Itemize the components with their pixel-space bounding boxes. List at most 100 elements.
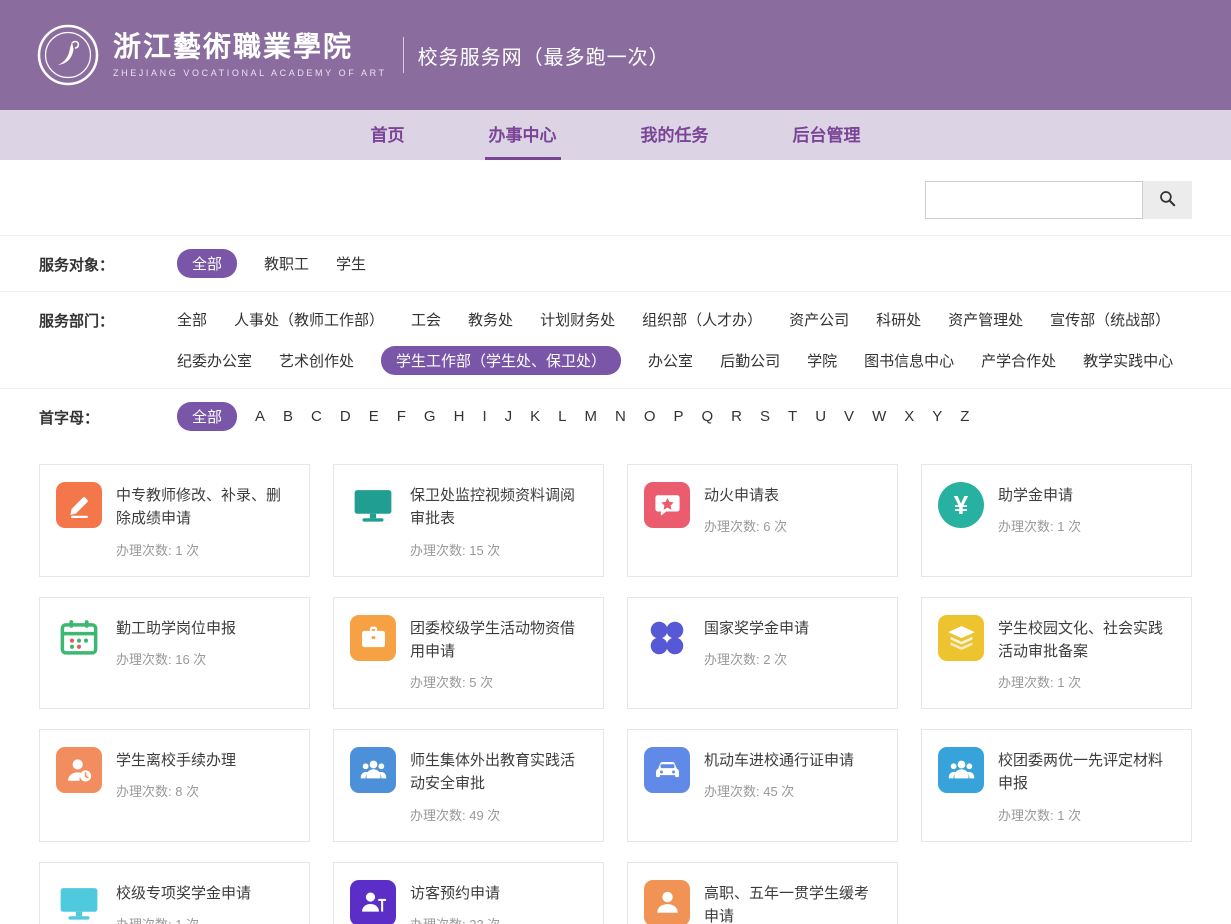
- letter-option[interactable]: G: [424, 404, 436, 429]
- department-option[interactable]: 学生工作部（学生处、保卫处）: [381, 346, 621, 375]
- department-option[interactable]: 组织部（人才办）: [642, 305, 762, 334]
- letter-option[interactable]: D: [340, 404, 351, 429]
- service-card[interactable]: 高职、五年一贯学生缓考申请办理次数: 2 次: [627, 862, 898, 924]
- service-card[interactable]: 校团委两优一先评定材料申报办理次数: 1 次: [921, 729, 1192, 842]
- service-card[interactable]: 勤工助学岗位申报办理次数: 16 次: [39, 597, 310, 710]
- people-icon: [938, 747, 984, 793]
- letter-option[interactable]: I: [482, 404, 486, 429]
- letter-option[interactable]: L: [558, 404, 566, 429]
- service-card[interactable]: 团委校级学生活动物资借用申请办理次数: 5 次: [333, 597, 604, 710]
- department-option[interactable]: 后勤公司: [720, 346, 780, 375]
- letter-option[interactable]: N: [615, 404, 626, 429]
- cards-grid: 中专教师修改、补录、删除成绩申请办理次数: 1 次保卫处监控视频资料调阅审批表办…: [39, 464, 1192, 924]
- department-option[interactable]: 图书信息中心: [864, 346, 954, 375]
- school-name: 浙江藝術職業學院: [113, 32, 387, 63]
- letter-option[interactable]: P: [673, 404, 683, 429]
- star-chat-icon: [644, 482, 690, 528]
- service-count: 办理次数: 6 次: [704, 516, 787, 535]
- school-identity: 浙江藝術職業學院 ZHEJIANG VOCATIONAL ACADEMY OF …: [113, 32, 387, 79]
- department-option[interactable]: 全部: [177, 305, 207, 334]
- service-title: 校团委两优一先评定材料申报: [998, 749, 1175, 796]
- service-title: 助学金申请: [998, 484, 1081, 507]
- person-icon: [644, 880, 690, 924]
- service-count: 办理次数: 8 次: [116, 781, 236, 800]
- letter-option[interactable]: T: [788, 404, 797, 429]
- department-option[interactable]: 资产管理处: [948, 305, 1023, 334]
- letter-option[interactable]: M: [584, 404, 597, 429]
- department-option[interactable]: 宣传部（统战部）: [1050, 305, 1170, 334]
- person-clock-icon: [56, 747, 102, 793]
- department-option[interactable]: 科研处: [876, 305, 921, 334]
- service-title: 校级专项奖学金申请: [116, 882, 251, 905]
- letter-option[interactable]: V: [844, 404, 854, 429]
- service-target-option[interactable]: 全部: [177, 249, 237, 278]
- monitor-icon: [56, 880, 102, 924]
- department-option[interactable]: 产学合作处: [981, 346, 1056, 375]
- letter-option[interactable]: E: [369, 404, 379, 429]
- department-option[interactable]: 学院: [807, 346, 837, 375]
- nav-item-home[interactable]: 首页: [367, 110, 409, 160]
- search-button[interactable]: [1143, 181, 1192, 219]
- letter-option[interactable]: X: [904, 404, 914, 429]
- service-title: 勤工助学岗位申报: [116, 617, 236, 640]
- letter-option[interactable]: J: [505, 404, 513, 429]
- nav-item-service-center[interactable]: 办事中心: [485, 110, 561, 160]
- service-card[interactable]: 国家奖学金申请办理次数: 2 次: [627, 597, 898, 710]
- service-target-option[interactable]: 学生: [336, 249, 366, 278]
- department-label: 服务部门：: [39, 305, 177, 331]
- service-title: 访客预约申请: [410, 882, 500, 905]
- letter-option[interactable]: 全部: [177, 402, 237, 431]
- service-card[interactable]: 校级专项奖学金申请办理次数: 1 次: [39, 862, 310, 924]
- department-option[interactable]: 办公室: [648, 346, 693, 375]
- graduation-icon: [938, 615, 984, 661]
- service-count: 办理次数: 49 次: [410, 805, 587, 824]
- letter-option[interactable]: H: [454, 404, 465, 429]
- service-card[interactable]: 保卫处监控视频资料调阅审批表办理次数: 15 次: [333, 464, 604, 577]
- letter-option[interactable]: Z: [960, 404, 969, 429]
- letter-option[interactable]: K: [530, 404, 540, 429]
- letter-option[interactable]: Q: [702, 404, 714, 429]
- service-count: 办理次数: 1 次: [116, 914, 251, 924]
- nav-item-admin[interactable]: 后台管理: [789, 110, 865, 160]
- service-count: 办理次数: 15 次: [410, 540, 587, 559]
- search-icon: [1158, 189, 1177, 211]
- letter-option[interactable]: O: [644, 404, 656, 429]
- service-count: 办理次数: 1 次: [998, 672, 1175, 691]
- service-card[interactable]: 师生集体外出教育实践活动安全审批办理次数: 49 次: [333, 729, 604, 842]
- letter-option[interactable]: U: [815, 404, 826, 429]
- service-count: 办理次数: 1 次: [116, 540, 293, 559]
- search-input[interactable]: [925, 181, 1143, 219]
- service-card[interactable]: 学生校园文化、社会实践活动审批备案办理次数: 1 次: [921, 597, 1192, 710]
- letter-option[interactable]: C: [311, 404, 322, 429]
- service-target-label: 服务对象：: [39, 249, 177, 275]
- service-card[interactable]: 学生离校手续办理办理次数: 8 次: [39, 729, 310, 842]
- service-card[interactable]: 中专教师修改、补录、删除成绩申请办理次数: 1 次: [39, 464, 310, 577]
- service-card[interactable]: 动火申请表办理次数: 6 次: [627, 464, 898, 577]
- letter-option[interactable]: W: [872, 404, 886, 429]
- service-card[interactable]: 机动车进校通行证申请办理次数: 45 次: [627, 729, 898, 842]
- service-card[interactable]: 访客预约申请办理次数: 23 次: [333, 862, 604, 924]
- letter-option[interactable]: S: [760, 404, 770, 429]
- department-option[interactable]: 人事处（教师工作部）: [234, 305, 384, 334]
- briefcase-icon: [350, 615, 396, 661]
- letter-option[interactable]: R: [731, 404, 742, 429]
- letter-option[interactable]: Y: [932, 404, 942, 429]
- service-title: 师生集体外出教育实践活动安全审批: [410, 749, 587, 796]
- department-option[interactable]: 教学实践中心: [1083, 346, 1173, 375]
- department-option[interactable]: 计划财务处: [540, 305, 615, 334]
- service-title: 学生校园文化、社会实践活动审批备案: [998, 617, 1175, 664]
- service-count: 办理次数: 16 次: [116, 649, 236, 668]
- department-option[interactable]: 资产公司: [789, 305, 849, 334]
- service-title: 团委校级学生活动物资借用申请: [410, 617, 587, 664]
- department-option[interactable]: 纪委办公室: [177, 346, 252, 375]
- service-target-option[interactable]: 教职工: [264, 249, 309, 278]
- nav-item-my-tasks[interactable]: 我的任务: [637, 110, 713, 160]
- letter-option[interactable]: F: [397, 404, 406, 429]
- department-option[interactable]: 工会: [411, 305, 441, 334]
- letter-option[interactable]: B: [283, 404, 293, 429]
- department-option[interactable]: 教务处: [468, 305, 513, 334]
- service-card[interactable]: ¥助学金申请办理次数: 1 次: [921, 464, 1192, 577]
- letter-option[interactable]: A: [255, 404, 265, 429]
- service-count: 办理次数: 1 次: [998, 516, 1081, 535]
- department-option[interactable]: 艺术创作处: [279, 346, 354, 375]
